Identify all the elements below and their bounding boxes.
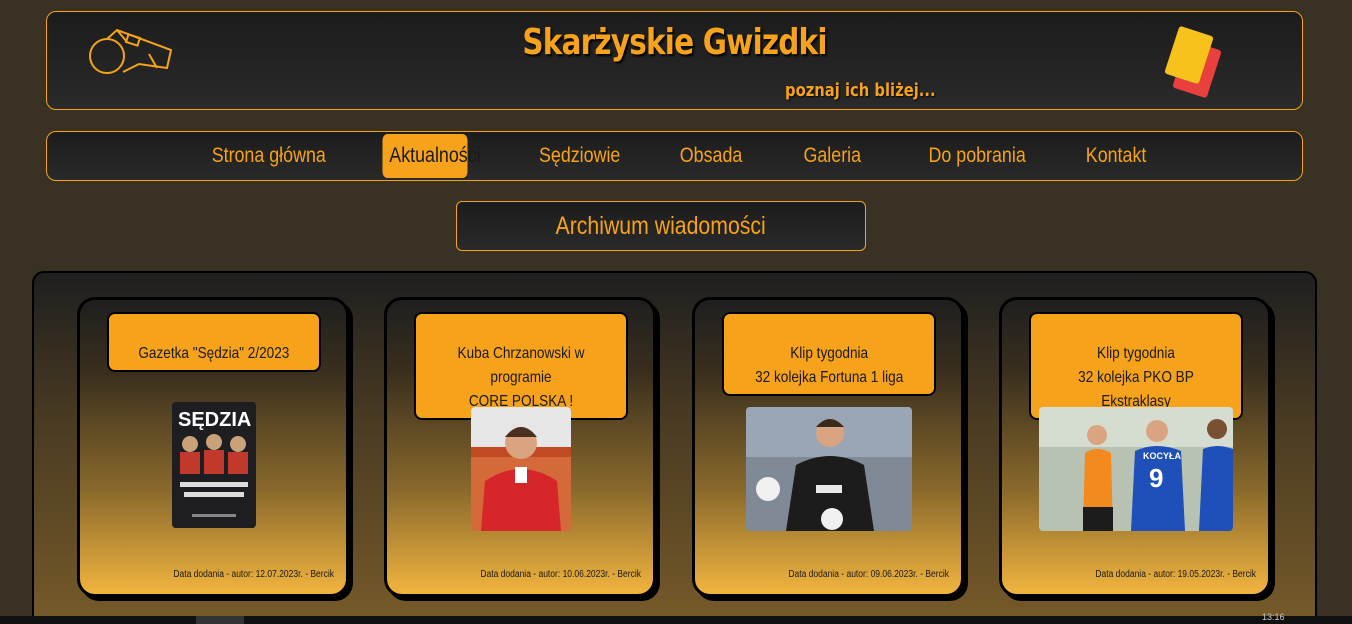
magazine-cover-image[interactable]: SĘDZIA xyxy=(172,402,256,528)
section-title-text: Archiwum wiadomości xyxy=(555,212,767,240)
news-card-meta: Data dodania - autor: 19.05.2023r. - Ber… xyxy=(1095,569,1256,580)
nav-home[interactable]: Strona główna xyxy=(212,134,326,178)
news-card-meta: Data dodania - autor: 10.06.2023r. - Ber… xyxy=(480,569,641,580)
nav-assignments[interactable]: Obsada xyxy=(680,134,743,178)
nav-downloads[interactable]: Do pobrania xyxy=(929,134,1026,178)
news-card-meta: Data dodania - autor: 12.07.2023r. - Ber… xyxy=(173,569,334,580)
news-card[interactable]: Kuba Chrzanowski w programie CORE POLSKA… xyxy=(384,297,656,597)
news-card[interactable]: Klip tygodnia 32 kolejka PKO BP Ekstrakl… xyxy=(999,297,1271,597)
site-subtitle: poznaj ich bliżej... xyxy=(785,80,936,101)
news-card-title[interactable]: Klip tygodnia 32 kolejka PKO BP Ekstrakl… xyxy=(1029,312,1243,420)
news-card-title[interactable]: Kuba Chrzanowski w programie CORE POLSKA… xyxy=(414,312,628,420)
site-header: Skarżyskie Gwizdki poznaj ich bliżej... xyxy=(46,11,1303,110)
nav-gallery[interactable]: Galeria xyxy=(804,134,862,178)
referee-photo-image[interactable]: KOCYŁA 9 xyxy=(1039,407,1233,531)
referee-cards-icon xyxy=(1164,26,1222,98)
nav-referees[interactable]: Sędziowie xyxy=(539,134,620,178)
nav-news[interactable]: Aktualności xyxy=(382,134,481,178)
site-title: Skarżyskie Gwizdki xyxy=(522,22,827,63)
taskbar: 13:16 xyxy=(0,612,1352,624)
news-card-title[interactable]: Gazetka "Sędzia" 2/2023 xyxy=(107,312,321,372)
news-card-title[interactable]: Klip tygodnia 32 kolejka Fortuna 1 liga xyxy=(722,312,936,396)
goalkeeper-photo-image[interactable] xyxy=(746,407,912,531)
referee-photo-text: KOCYŁA xyxy=(1143,451,1182,461)
magazine-cover-text: SĘDZIA xyxy=(178,409,251,431)
svg-text:9: 9 xyxy=(1149,463,1163,493)
person-photo-image[interactable] xyxy=(471,407,571,531)
taskbar-clock: 13:16 xyxy=(1262,612,1285,622)
news-card-meta: Data dodania - autor: 09.06.2023r. - Ber… xyxy=(788,569,949,580)
taskbar-item[interactable] xyxy=(196,616,244,624)
news-card[interactable]: Gazetka "Sędzia" 2/2023 SĘDZIA Data doda… xyxy=(77,297,349,597)
main-nav: Strona główna Aktualności Sędziowie Obsa… xyxy=(46,131,1303,181)
section-title: Archiwum wiadomości xyxy=(456,201,866,251)
nav-contact[interactable]: Kontakt xyxy=(1086,134,1147,178)
news-card[interactable]: Klip tygodnia 32 kolejka Fortuna 1 liga … xyxy=(692,297,964,597)
